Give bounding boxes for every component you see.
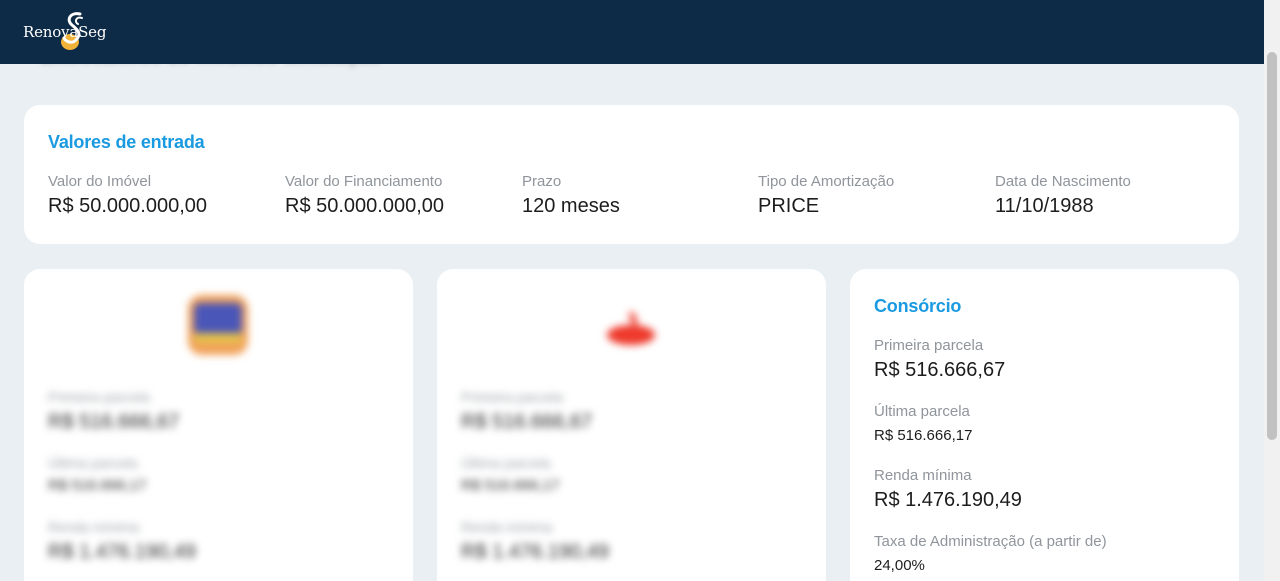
field-birth-date: Data de Nascimento 11/10/1988	[995, 173, 1131, 218]
field-label: Valor do Financiamento	[285, 173, 443, 190]
last-installment: Última parcela R$ 516.666,17	[874, 403, 972, 444]
entry-values-card: Valores de entrada Valor do Imóvel R$ 50…	[24, 105, 1239, 244]
list-item: Primeira parcela R$ 516.666,67	[461, 389, 592, 434]
top-navbar: RenovaSeg	[0, 0, 1264, 64]
row-label: Primeira parcela	[461, 389, 563, 405]
consorcio-title: Consórcio	[874, 296, 962, 316]
row-value: R$ 516.666,17	[461, 477, 560, 494]
field-label: Data de Nascimento	[995, 173, 1131, 190]
first-installment-value: R$ 516.666,67	[874, 359, 1006, 381]
row-label: Renda mínima	[461, 519, 553, 535]
entry-values-title: Valores de entrada	[48, 132, 205, 152]
admin-fee-label: Taxa de Administração (a partir de)	[874, 533, 1107, 550]
list-item: Primeira parcela R$ 516.666,67	[48, 389, 179, 434]
row-label: Primeira parcela	[48, 389, 150, 405]
field-value: PRICE	[758, 195, 820, 217]
field-label: Valor do Imóvel	[48, 173, 152, 190]
row-value: R$ 516.666,67	[48, 411, 180, 433]
renovaseg-logo[interactable]: RenovaSeg	[23, 10, 113, 56]
list-item: Renda mínima R$ 1.476.190,49	[461, 519, 609, 564]
list-item: Última parcela R$ 516.666,17	[48, 455, 146, 494]
row-value: R$ 516.666,17	[48, 477, 147, 494]
field-property-value: Valor do Imóvel R$ 50.000.000,00	[48, 173, 207, 218]
consorcio-card[interactable]: Consórcio Primeira parcela R$ 516.666,67…	[850, 269, 1239, 581]
row-label: Última parcela	[461, 455, 551, 471]
field-amortization-type: Tipo de Amortização PRICE	[758, 173, 894, 218]
admin-fee: Taxa de Administração (a partir de) 24,0…	[874, 533, 1107, 574]
field-financing-value: Valor do Financiamento R$ 50.000.000,00	[285, 173, 444, 218]
admin-fee-value: 24,00%	[874, 557, 925, 574]
scrollbar-thumb[interactable]	[1267, 52, 1277, 440]
field-label: Prazo	[522, 173, 562, 190]
bank-logo-blue-yellow-icon	[188, 295, 248, 355]
field-value: R$ 50.000.000,00	[48, 195, 208, 217]
list-item: Renda mínima R$ 1.476.190,49	[48, 519, 196, 564]
bank-simulation-card[interactable]: Primeira parcela R$ 516.666,67 Última pa…	[24, 269, 413, 581]
first-installment: Primeira parcela R$ 516.666,67	[874, 337, 1005, 382]
minimum-income-label: Renda mínima	[874, 467, 972, 484]
page-scrollbar[interactable]	[1264, 0, 1280, 581]
minimum-income-value: R$ 1.476.190,49	[874, 489, 1022, 511]
logo-text: RenovaSeg	[23, 23, 107, 41]
list-item: Última parcela R$ 516.666,17	[461, 455, 559, 494]
field-label: Tipo de Amortização	[758, 173, 895, 190]
field-value: 120 meses	[522, 195, 620, 217]
row-value: R$ 1.476.190,49	[48, 541, 196, 563]
field-value: 11/10/1988	[995, 195, 1094, 217]
bank-simulation-card[interactable]: Primeira parcela R$ 516.666,67 Última pa…	[437, 269, 826, 581]
field-term: Prazo 120 meses	[522, 173, 620, 218]
last-installment-label: Última parcela	[874, 403, 970, 420]
row-value: R$ 516.666,67	[461, 411, 593, 433]
minimum-income: Renda mínima R$ 1.476.190,49	[874, 467, 1022, 512]
row-label: Renda mínima	[48, 519, 140, 535]
bank-logo-red-flame-icon	[607, 311, 655, 345]
row-value: R$ 1.476.190,49	[461, 541, 609, 563]
row-label: Última parcela	[48, 455, 138, 471]
field-value: R$ 50.000.000,00	[285, 195, 445, 217]
last-installment-value: R$ 516.666,17	[874, 427, 973, 444]
first-installment-label: Primeira parcela	[874, 337, 984, 354]
